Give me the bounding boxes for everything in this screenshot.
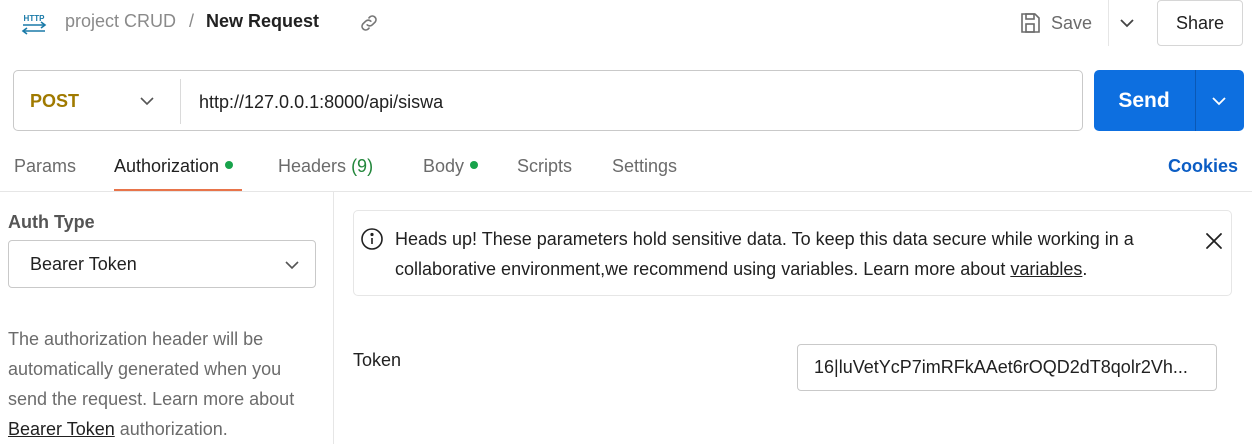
bearer-token-link[interactable]: Bearer Token (8, 419, 115, 439)
variables-link[interactable]: variables (1010, 259, 1082, 279)
cookies-link[interactable]: Cookies (1168, 156, 1238, 177)
tab-body[interactable]: Body (423, 156, 479, 177)
send-options-chevron-icon[interactable] (1208, 91, 1230, 111)
save-divider (1108, 0, 1109, 46)
breadcrumb-separator: / (189, 11, 195, 31)
chevron-down-icon[interactable] (138, 92, 156, 110)
active-tab-indicator (114, 189, 242, 191)
tab-scripts[interactable]: Scripts (517, 156, 572, 177)
auth-type-select[interactable]: Bearer Token (8, 240, 316, 288)
headers-count: (9) (351, 156, 374, 176)
link-icon[interactable] (358, 12, 380, 34)
url-input[interactable] (199, 89, 1059, 115)
url-bar: POST (13, 70, 1083, 131)
send-button-group: Send (1094, 70, 1244, 131)
info-icon (361, 228, 383, 250)
send-divider (1195, 70, 1196, 131)
save-button[interactable]: Save (1018, 6, 1092, 40)
auth-type-label: Auth Type (8, 212, 95, 232)
request-title[interactable]: New Request (206, 11, 319, 32)
chevron-down-icon (285, 261, 299, 270)
breadcrumb-collection[interactable]: project CRUD (65, 11, 176, 32)
tab-settings[interactable]: Settings (612, 156, 677, 177)
share-button[interactable]: Share (1157, 0, 1243, 46)
tab-authorization[interactable]: Authorization (114, 156, 234, 177)
auth-type-value: Bearer Token (30, 254, 137, 274)
save-label: Save (1051, 12, 1093, 33)
close-icon[interactable] (1204, 231, 1224, 251)
save-options-chevron-icon[interactable] (1116, 11, 1138, 35)
sensitive-data-notice: Heads up! These parameters hold sensitiv… (353, 210, 1232, 296)
request-tabs: Params Authorization Headers (9) Body Sc… (0, 146, 1252, 192)
save-icon (1021, 13, 1040, 33)
modified-dot-icon (470, 161, 479, 170)
tab-params[interactable]: Params (14, 156, 76, 177)
token-label: Token (353, 350, 402, 370)
svg-text:HTTP: HTTP (24, 14, 46, 23)
url-divider (180, 79, 181, 124)
auth-sidebar: Auth Type Bearer Token The authorization… (0, 192, 334, 444)
tab-headers[interactable]: Headers (9) (278, 156, 373, 177)
method-select[interactable]: POST (30, 91, 79, 112)
token-input[interactable] (797, 344, 1217, 391)
auth-help-text: The authorization header will be automat… (8, 329, 295, 439)
http-icon: HTTP (21, 14, 47, 35)
modified-dot-icon (225, 161, 234, 170)
notice-text: Heads up! These parameters hold sensitiv… (395, 229, 1134, 279)
send-button[interactable]: Send (1094, 70, 1194, 131)
request-header: HTTP project CRUD / New Request Save Sha… (0, 0, 1252, 46)
